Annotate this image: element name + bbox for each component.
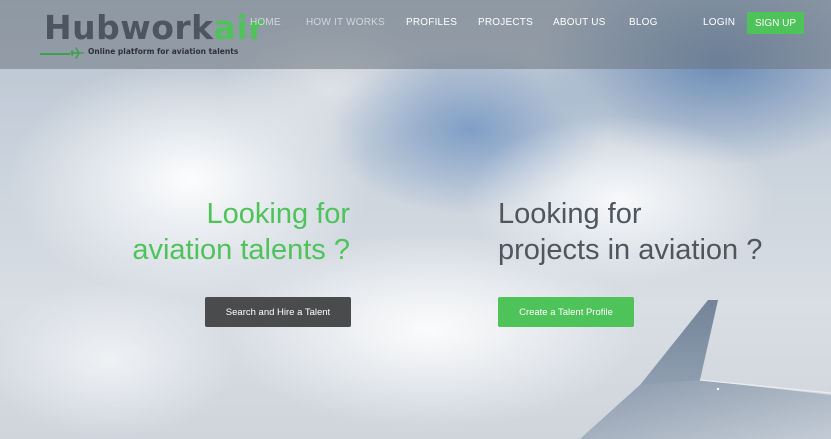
hire-headline-line1: Looking for: [206, 198, 351, 230]
airplane-icon: [70, 47, 84, 59]
find-projects-headline: Looking for projects in aviation ?: [498, 196, 762, 268]
nav-how-it-works[interactable]: HOW IT WORKS: [306, 17, 385, 28]
nav-home[interactable]: HOME: [250, 17, 281, 28]
projects-headline-line2: projects in aviation ?: [498, 234, 763, 266]
brand-tagline: Online platform for aviation talents: [88, 47, 239, 56]
nav-blog[interactable]: BLOG: [629, 17, 658, 28]
brand-wordmark: Hubworkair: [44, 10, 265, 46]
hire-headline-line2: aviation talents ?: [132, 234, 350, 266]
login-link[interactable]: LOGIN: [703, 17, 735, 28]
nav-projects[interactable]: PROJECTS: [478, 17, 533, 28]
top-navigation: Hubworkair Online platform for aviation …: [0, 0, 831, 69]
search-hire-talent-button[interactable]: Search and Hire a Talent: [205, 297, 351, 327]
nav-about-us[interactable]: ABOUT US: [553, 17, 606, 28]
brand-name-part1: Hubwork: [44, 8, 214, 47]
projects-headline-line1: Looking for: [498, 198, 642, 230]
brand-logo[interactable]: Hubworkair Online platform for aviation …: [40, 8, 264, 60]
brand-tagline-row: Online platform for aviation talents: [40, 46, 240, 60]
create-talent-profile-button[interactable]: Create a Talent Profile: [498, 297, 634, 327]
nav-profiles[interactable]: PROFILES: [406, 17, 457, 28]
landing-page: Hubworkair Online platform for aviation …: [0, 0, 831, 439]
hire-talent-headline: Looking for aviation talents ?: [132, 196, 350, 268]
signup-button[interactable]: SIGN UP: [747, 12, 804, 34]
flight-path-line: [40, 53, 70, 55]
